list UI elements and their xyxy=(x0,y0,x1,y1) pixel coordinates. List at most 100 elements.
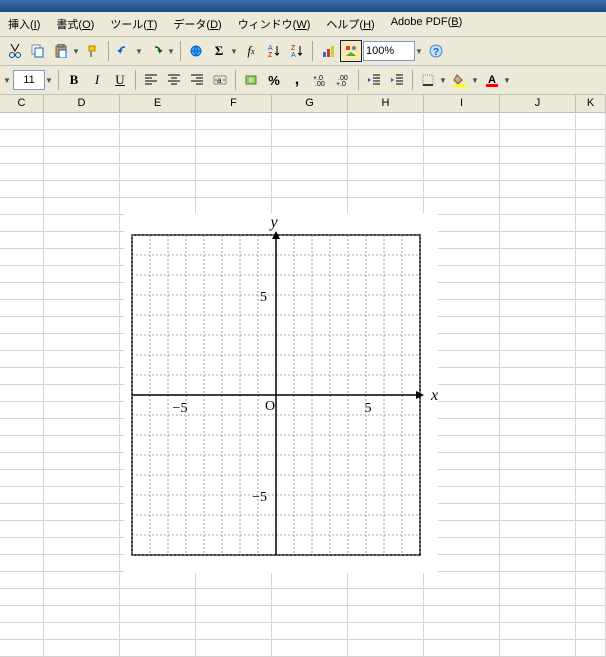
cell[interactable] xyxy=(424,164,500,180)
autosum-button[interactable]: Σ xyxy=(208,40,230,62)
col-header-E[interactable]: E xyxy=(120,95,196,112)
cell[interactable] xyxy=(576,266,606,282)
cell[interactable] xyxy=(44,113,120,129)
cell[interactable] xyxy=(500,419,576,435)
cell[interactable] xyxy=(348,606,424,622)
cell[interactable] xyxy=(0,317,44,333)
cell[interactable] xyxy=(44,351,120,367)
cell[interactable] xyxy=(44,300,120,316)
cell[interactable] xyxy=(44,419,120,435)
cell[interactable] xyxy=(348,130,424,146)
cell[interactable] xyxy=(576,385,606,401)
cell[interactable] xyxy=(196,147,272,163)
menu-insert[interactable]: 挿入(I) xyxy=(4,14,44,34)
menu-window[interactable]: ウィンドウ(W) xyxy=(234,14,315,34)
cell[interactable] xyxy=(44,521,120,537)
cell[interactable] xyxy=(500,572,576,588)
zoom-dropdown[interactable]: ▼ xyxy=(414,40,424,62)
cell[interactable] xyxy=(576,334,606,350)
cell[interactable] xyxy=(272,606,348,622)
cell[interactable] xyxy=(44,436,120,452)
cell[interactable] xyxy=(576,164,606,180)
cell[interactable] xyxy=(196,198,272,214)
cell[interactable] xyxy=(500,283,576,299)
cell[interactable] xyxy=(0,589,44,605)
cell[interactable] xyxy=(272,164,348,180)
font-size-combo[interactable]: 11 xyxy=(13,70,45,90)
cell[interactable] xyxy=(0,147,44,163)
cell[interactable] xyxy=(120,147,196,163)
cell[interactable] xyxy=(120,572,196,588)
help-button[interactable]: ? xyxy=(425,40,447,62)
cell[interactable] xyxy=(196,130,272,146)
cell[interactable] xyxy=(500,521,576,537)
cell[interactable] xyxy=(576,453,606,469)
align-right-button[interactable] xyxy=(186,69,208,91)
cell[interactable] xyxy=(0,232,44,248)
cell[interactable] xyxy=(348,572,424,588)
cell[interactable] xyxy=(576,283,606,299)
cell[interactable] xyxy=(44,147,120,163)
cell[interactable] xyxy=(576,181,606,197)
cell[interactable] xyxy=(0,113,44,129)
cell[interactable] xyxy=(0,351,44,367)
cell[interactable] xyxy=(44,266,120,282)
cell[interactable] xyxy=(0,606,44,622)
cell[interactable] xyxy=(196,623,272,639)
font-color-button[interactable]: A xyxy=(481,69,503,91)
cell[interactable] xyxy=(0,504,44,520)
font-color-dropdown[interactable]: ▼ xyxy=(502,69,512,91)
comma-button[interactable]: , xyxy=(286,69,308,91)
cell[interactable] xyxy=(424,113,500,129)
cell[interactable] xyxy=(44,487,120,503)
cell[interactable] xyxy=(0,300,44,316)
cell[interactable] xyxy=(500,113,576,129)
cell[interactable] xyxy=(120,113,196,129)
cell[interactable] xyxy=(0,334,44,350)
cell[interactable] xyxy=(44,470,120,486)
cell[interactable] xyxy=(0,623,44,639)
hyperlink-button[interactable] xyxy=(185,40,207,62)
cell[interactable] xyxy=(0,215,44,231)
cell[interactable] xyxy=(120,640,196,656)
menu-tools[interactable]: ツール(T) xyxy=(106,14,161,34)
cell[interactable] xyxy=(120,181,196,197)
cell[interactable] xyxy=(44,538,120,554)
cell[interactable] xyxy=(272,181,348,197)
cell[interactable] xyxy=(500,130,576,146)
cell[interactable] xyxy=(44,164,120,180)
menu-help[interactable]: ヘルプ(H) xyxy=(322,14,378,34)
cell[interactable] xyxy=(348,623,424,639)
cell[interactable] xyxy=(196,164,272,180)
cell[interactable] xyxy=(576,470,606,486)
cell[interactable] xyxy=(272,198,348,214)
cell[interactable] xyxy=(0,640,44,656)
cell[interactable] xyxy=(424,606,500,622)
cell[interactable] xyxy=(576,572,606,588)
cell[interactable] xyxy=(44,232,120,248)
cell[interactable] xyxy=(500,385,576,401)
cell[interactable] xyxy=(0,198,44,214)
cell[interactable] xyxy=(424,623,500,639)
cell[interactable] xyxy=(576,589,606,605)
cell[interactable] xyxy=(272,130,348,146)
menu-adobe-pdf[interactable]: Adobe PDF(B) xyxy=(387,14,467,34)
cell[interactable] xyxy=(0,249,44,265)
cell[interactable] xyxy=(44,215,120,231)
cell[interactable] xyxy=(500,504,576,520)
cell[interactable] xyxy=(500,334,576,350)
cell[interactable] xyxy=(424,130,500,146)
decrease-decimal-button[interactable]: .00+.0 xyxy=(332,69,354,91)
align-center-button[interactable] xyxy=(163,69,185,91)
cell[interactable] xyxy=(500,181,576,197)
cell[interactable] xyxy=(120,606,196,622)
borders-button[interactable] xyxy=(417,69,439,91)
chart-wizard-button[interactable] xyxy=(317,40,339,62)
cell[interactable] xyxy=(196,589,272,605)
cell[interactable] xyxy=(44,385,120,401)
col-header-H[interactable]: H xyxy=(348,95,424,112)
cell[interactable] xyxy=(44,249,120,265)
menu-format[interactable]: 書式(O) xyxy=(52,14,98,34)
cell[interactable] xyxy=(120,130,196,146)
zoom-combo[interactable]: 100% xyxy=(363,41,415,61)
